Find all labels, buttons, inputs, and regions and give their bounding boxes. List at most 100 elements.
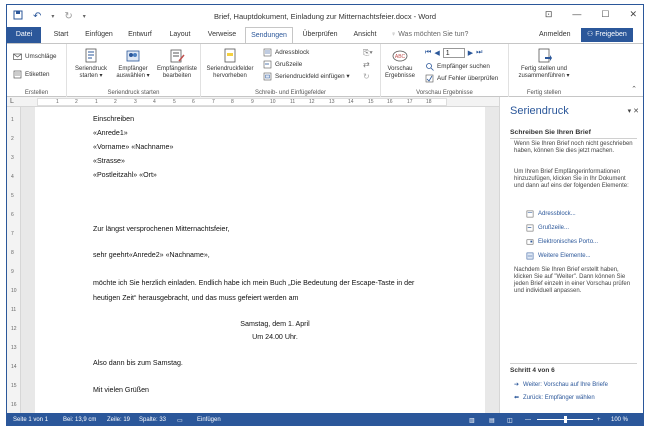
document-page[interactable]: Einschreiben «Anrede1» «Vorname» «Nachna… — [35, 107, 485, 413]
previous-record-icon[interactable]: ◀ — [434, 49, 439, 57]
previous-step-link[interactable]: ⬅ Zurück: Empfänger wählen — [514, 394, 595, 402]
doc-line[interactable]: Einschreiben — [93, 115, 134, 123]
word-window: ↶ ▾ ↻ ▾ Brief, Hauptdokument, Einladung … — [6, 4, 644, 426]
greeting-line-icon — [526, 224, 534, 232]
tab-ansicht[interactable]: Ansicht — [347, 27, 383, 43]
seriendruckfelder-hervorheben-button[interactable]: Seriendruckfelder hervorheben — [203, 48, 257, 80]
vertical-ruler[interactable]: 1 2 3 4 5 6 7 8 9 10 11 12 13 14 15 16 — [7, 107, 21, 413]
tab-datei[interactable]: Datei — [7, 27, 41, 43]
group-label-schreib: Schreib- und Einfügefelder — [254, 90, 327, 96]
empfaenger-auswaehlen-button[interactable]: Empfänger auswählen ▾ — [113, 48, 153, 80]
merge-field-ort[interactable]: «Postleitzahl» «Ort» — [93, 171, 157, 179]
vorschau-ergebnisse-button[interactable]: ABC Vorschau Ergebnisse — [383, 48, 417, 80]
vruler-number: 14 — [11, 364, 17, 370]
empfaengerliste-bearbeiten-button[interactable]: Empfängerliste bearbeiten — [155, 48, 199, 80]
vruler-number: 13 — [11, 345, 17, 351]
next-record-icon[interactable]: ▶ — [468, 49, 473, 57]
web-layout-icon[interactable]: ◫ — [507, 417, 513, 424]
doc-line[interactable]: Samstag, dem 1. April — [75, 320, 475, 328]
ruler-number: 12 — [309, 99, 315, 105]
status-page[interactable]: Seite 1 von 1 — [13, 417, 48, 423]
ruler-number: 11 — [290, 99, 296, 105]
doc-line[interactable]: möchte ich Sie herzlich einladen. Endlic… — [93, 279, 414, 287]
highlight-fields-icon — [224, 48, 236, 63]
tab-selector-icon[interactable]: L — [10, 98, 14, 105]
merge-field-strasse[interactable]: «Strasse» — [93, 157, 125, 165]
doc-line[interactable]: Zur längst versprochenen Mitternachtsfei… — [93, 225, 229, 233]
ruler-number: 3 — [134, 99, 137, 105]
link-weitere-elemente[interactable]: Weitere Elemente... — [526, 252, 591, 260]
seriendruck-starten-button[interactable]: Seriendruck starten ▾ — [71, 48, 111, 80]
status-mode[interactable]: Einfügen — [197, 417, 221, 423]
rules-icon[interactable]: ⎘▾ — [363, 48, 373, 58]
read-mode-icon[interactable]: ▥ — [469, 417, 475, 424]
print-layout-icon[interactable]: ▤ — [489, 417, 495, 424]
vruler-number: 8 — [11, 250, 14, 256]
tab-start[interactable]: Start — [45, 27, 77, 43]
horizontal-ruler[interactable]: L 1 2 1 2 3 4 5 6 7 8 9 10 11 12 13 14 15 16 17 18 — [7, 97, 499, 107]
doc-line[interactable]: sehr geehrt«Anrede2» «Nachname», — [93, 251, 210, 259]
merge-field-name[interactable]: «Vorname» «Nachname» — [93, 143, 173, 151]
minimize-button[interactable]: — — [572, 9, 581, 20]
status-position[interactable]: Bei: 13,9 cm — [63, 417, 96, 423]
maximize-button[interactable]: ☐ — [601, 9, 609, 20]
edit-list-icon — [170, 49, 185, 63]
etiketten-button[interactable]: Etiketten — [13, 70, 50, 79]
recipients-icon — [126, 50, 140, 62]
link-adressblock[interactable]: Adressblock... — [526, 210, 576, 218]
link-grusszeile[interactable]: Grußzeile... — [526, 224, 569, 232]
tab-entwurf[interactable]: Entwurf — [121, 27, 159, 43]
tab-layout[interactable]: Layout — [161, 27, 199, 43]
title-bar: ↶ ▾ ↻ ▾ Brief, Hauptdokument, Einladung … — [7, 5, 643, 27]
doc-line[interactable]: Um 24.00 Uhr. — [75, 333, 475, 341]
last-record-icon[interactable]: ⏭ — [476, 49, 482, 57]
merge-field-anrede[interactable]: «Anrede1» — [93, 129, 128, 137]
zoom-in-icon[interactable]: + — [597, 417, 601, 423]
svg-text:ABC: ABC — [395, 54, 406, 60]
zoom-level[interactable]: 100 % — [611, 417, 628, 423]
tell-me-box[interactable]: ♀ Was möchten Sie tun? — [391, 27, 468, 43]
ruler-number: 2 — [114, 99, 117, 105]
adressblock-button[interactable]: Adressblock — [263, 48, 309, 57]
update-labels-icon[interactable]: ↻ — [363, 72, 370, 81]
grusszeile-button[interactable]: Grußzeile — [263, 60, 302, 69]
ruler-number: 18 — [426, 99, 432, 105]
status-column[interactable]: Spalte: 33 — [139, 417, 166, 423]
zoom-out-icon[interactable]: — — [525, 417, 531, 423]
fertig-stellen-button[interactable]: Fertig stellen und zusammenführen ▾ — [513, 48, 575, 80]
envelope-icon — [13, 53, 22, 60]
ruler-number: 1 — [56, 99, 59, 105]
ruler-number: 6 — [192, 99, 195, 105]
proofing-icon[interactable]: ▭ — [177, 417, 183, 424]
next-step-link[interactable]: ➔ Weiter: Vorschau auf Ihre Briefe — [514, 381, 608, 389]
pane-title: Seriendruck — [510, 105, 569, 117]
tab-einfuegen[interactable]: Einfügen — [79, 27, 119, 43]
pane-controls[interactable]: ▾ ✕ — [628, 107, 639, 115]
link-elektronisches-porto[interactable]: Elektronisches Porto... — [526, 238, 598, 246]
first-record-icon[interactable]: ⏮ — [425, 49, 431, 57]
sign-in-link[interactable]: Anmelden — [539, 27, 571, 43]
doc-line[interactable]: heutigen Zeit“ herausgebracht, und das m… — [93, 294, 298, 302]
tab-verweise[interactable]: Verweise — [201, 27, 243, 43]
close-button[interactable]: ✕ — [629, 9, 637, 20]
ruler-number: 4 — [153, 99, 156, 105]
match-fields-icon[interactable]: ⇄ — [363, 60, 370, 69]
umschlaege-button[interactable]: Umschläge — [13, 52, 57, 61]
seriendruckfeld-einfuegen-button[interactable]: Seriendruckfeld einfügen ▾ — [263, 72, 350, 81]
doc-line[interactable]: Also dann bis zum Samstag. — [93, 359, 183, 367]
tab-sendungen[interactable]: Sendungen — [245, 27, 293, 43]
share-button[interactable]: ⚇ Freigeben — [581, 28, 633, 42]
empfaenger-suchen-button[interactable]: Empfänger suchen — [425, 62, 490, 71]
zoom-slider-thumb[interactable] — [564, 416, 567, 423]
fehler-ueberpruefen-button[interactable]: Auf Fehler überprüfen — [425, 74, 498, 83]
collapse-ribbon-icon[interactable]: ⌃ — [631, 85, 637, 93]
group-label-fertig: Fertig stellen — [526, 90, 562, 96]
status-line[interactable]: Zeile: 19 — [107, 417, 130, 423]
record-number-field[interactable]: 1 — [442, 48, 465, 58]
more-items-icon — [526, 252, 534, 260]
tab-ueberpruefen[interactable]: Überprüfen — [295, 27, 345, 43]
ribbon-display-options-button[interactable]: ⊡ — [545, 9, 553, 20]
doc-line[interactable]: Mit vielen Grüßen — [93, 386, 149, 394]
group-label-seriendruck-starten: Seriendruck starten — [107, 90, 160, 96]
document-area[interactable]: Einschreiben «Anrede1» «Vorname» «Nachna… — [21, 107, 499, 413]
